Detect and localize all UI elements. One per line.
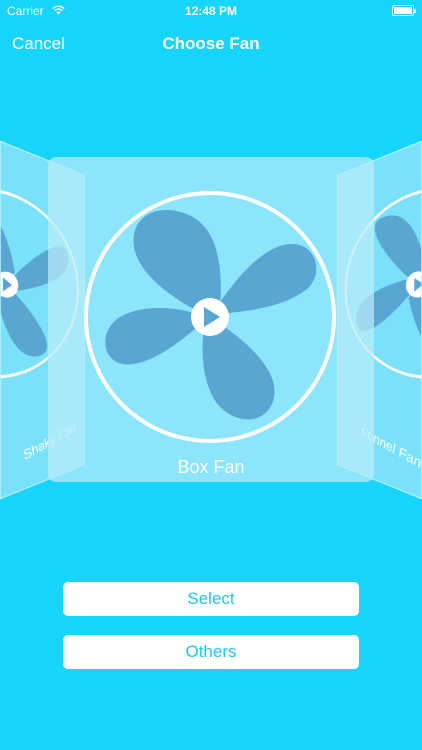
- clock: 12:48 PM: [184, 4, 238, 18]
- fan-name-label: Box Fan: [177, 457, 245, 477]
- fan-icon: [84, 191, 336, 443]
- others-button[interactable]: Others: [63, 635, 359, 669]
- navigation-bar: Cancel Choose Fan: [0, 22, 422, 66]
- carousel-card-main[interactable]: Box Fan: [48, 157, 374, 482]
- page-title: Choose Fan: [162, 34, 260, 53]
- status-bar: Carrier 12:48 PM: [0, 0, 422, 22]
- battery-icon: [392, 5, 416, 16]
- select-button[interactable]: Select: [63, 582, 359, 616]
- fan-carousel[interactable]: Shaky Fan Funnel Fan: [0, 140, 422, 500]
